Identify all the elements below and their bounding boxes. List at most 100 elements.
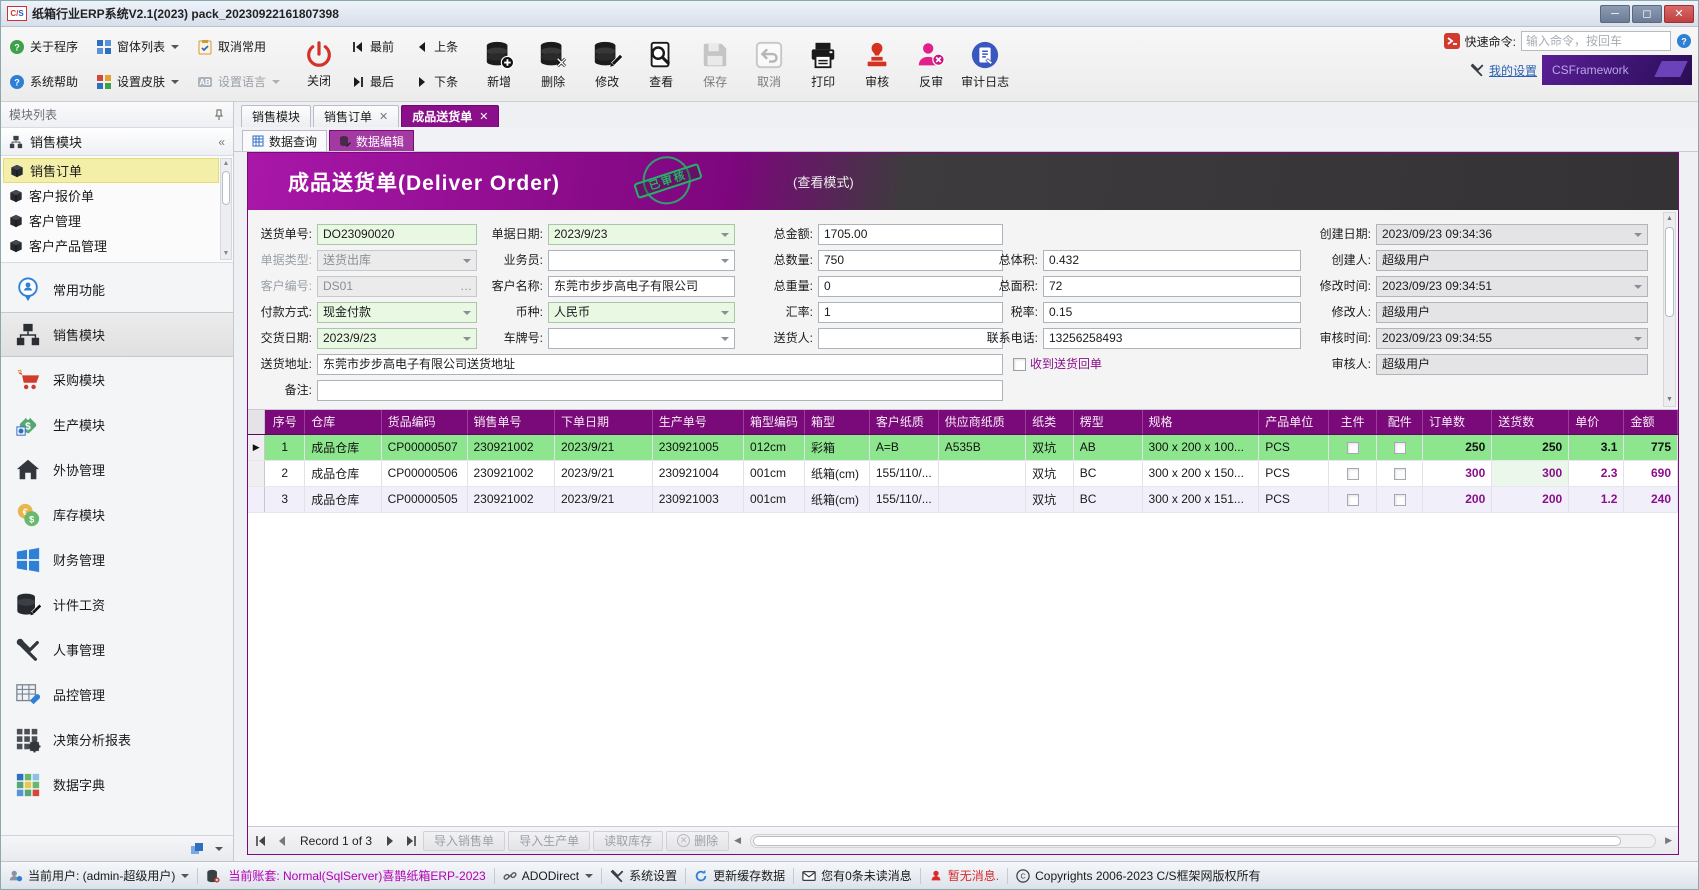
salesman-input[interactable] xyxy=(548,250,735,271)
table-row[interactable]: 2 成品仓库 CP00000506 230921002 2023/9/21 2309210… xyxy=(248,460,1678,487)
unaudit-button[interactable]: 反审 xyxy=(906,29,956,99)
grid-col-header[interactable]: 订单数 xyxy=(1422,410,1493,435)
row-checkbox[interactable] xyxy=(1393,441,1406,454)
grid-cell[interactable]: 155/110/... xyxy=(869,460,939,487)
grid-cell[interactable]: CP00000505 xyxy=(381,486,468,513)
grid-checkbox-cell[interactable] xyxy=(1328,486,1378,513)
maximize-button[interactable]: ◻ xyxy=(1632,4,1662,23)
grid-cell[interactable]: 3 xyxy=(264,486,306,513)
total-area-input[interactable]: 72 xyxy=(1043,276,1301,297)
address-input[interactable]: 东莞市步步高电子有限公司送货地址 xyxy=(317,354,1003,375)
tab-sales-module[interactable]: 销售模块 xyxy=(241,105,312,127)
view-button[interactable]: 查看 xyxy=(636,29,686,99)
grid-cell[interactable]: 250 xyxy=(1491,434,1570,461)
sidebar-group-header[interactable]: 销售模块 « xyxy=(1,128,233,156)
grid-cell[interactable]: 300 x 200 x 100... xyxy=(1142,434,1260,461)
tab-deliver-order[interactable]: 成品送货单 ✕ xyxy=(401,105,500,127)
grid-cell[interactable]: 200 xyxy=(1491,486,1570,513)
grid-cell[interactable]: 2023/9/21 xyxy=(554,486,653,513)
grid-cell[interactable]: PCS xyxy=(1258,434,1329,461)
grid-col-header[interactable]: 规格 xyxy=(1142,410,1260,435)
close-tab-icon[interactable]: ✕ xyxy=(479,110,488,123)
hscroll-right-icon[interactable]: ▶ xyxy=(1663,835,1674,846)
account-info[interactable]: 当前账套: Normal(SqlServer)喜鹊纸箱ERP-2023 xyxy=(228,867,485,884)
delivery-date-input[interactable]: 2023/9/23 xyxy=(317,328,477,349)
nav-button[interactable]: 最后 xyxy=(350,71,396,92)
grid-checkbox-cell[interactable] xyxy=(1328,460,1378,487)
toolbar-button-3[interactable]: 窗体列表 xyxy=(94,36,181,57)
grid-cell[interactable]: 230921004 xyxy=(652,460,745,487)
sidebar-module[interactable]: 采购模块 xyxy=(1,357,233,402)
print-button[interactable]: 打印 xyxy=(798,29,848,99)
grid-cell[interactable]: 双坑 xyxy=(1025,434,1074,461)
grid-cell[interactable]: 230921002 xyxy=(467,486,555,513)
grid-col-header[interactable]: 下单日期 xyxy=(554,410,653,435)
system-settings-button[interactable]: 系统设置 xyxy=(610,867,677,884)
grid-cell[interactable]: 155/110/... xyxy=(869,486,939,513)
grid-col-header[interactable]: 货品编码 xyxy=(381,410,468,435)
grid-cell[interactable]: A535B xyxy=(938,434,1027,461)
row-checkbox[interactable] xyxy=(1346,467,1359,480)
grid-cell[interactable]: 1 xyxy=(264,434,306,461)
grid-col-header[interactable]: 主件 xyxy=(1328,410,1378,435)
remark-input[interactable] xyxy=(317,380,1003,401)
sidebar-item[interactable]: 客户报价单 xyxy=(3,183,219,208)
sidebar-scrollbar[interactable]: ▲ ▼ xyxy=(220,158,232,260)
grid-cell[interactable]: BC xyxy=(1073,486,1143,513)
grid-cell[interactable]: PCS xyxy=(1258,486,1329,513)
close-window-button[interactable]: ✕ xyxy=(1664,4,1694,23)
grid-col-header[interactable]: 楞型 xyxy=(1073,410,1143,435)
grid-col-header[interactable]: 序号 xyxy=(264,410,306,435)
grid-col-header[interactable]: 销售单号 xyxy=(467,410,555,435)
grid-cell[interactable]: 690 xyxy=(1623,460,1678,487)
read-inventory-button[interactable]: 读取库存 xyxy=(593,830,664,851)
hscroll-left-icon[interactable]: ◀ xyxy=(732,835,743,846)
grid-col-header[interactable]: 单价 xyxy=(1568,410,1625,435)
grid-col-header[interactable]: 金额 xyxy=(1623,410,1678,435)
grid-col-header[interactable]: 产品单位 xyxy=(1258,410,1329,435)
grid-cell[interactable]: 230921003 xyxy=(652,486,745,513)
nav-button[interactable]: 下条 xyxy=(414,71,460,92)
grid-col-header[interactable]: 客户纸质 xyxy=(869,410,939,435)
db-edit-button[interactable]: 修改 xyxy=(582,29,632,99)
grid-cell[interactable]: 成品仓库 xyxy=(304,434,382,461)
sidebar-module[interactable]: € $ 库存模块 xyxy=(1,492,233,537)
row-checkbox[interactable] xyxy=(1346,441,1359,454)
grid-checkbox-cell[interactable] xyxy=(1376,486,1424,513)
grid-col-header[interactable]: 仓库 xyxy=(304,410,382,435)
grid-cell[interactable] xyxy=(938,460,1027,487)
grid-cell[interactable]: 012cm xyxy=(743,434,806,461)
grid-cell[interactable]: 2023/9/21 xyxy=(554,434,653,461)
sidebar-module[interactable]: 销售模块 xyxy=(1,312,233,357)
collapse-icon[interactable]: « xyxy=(218,135,225,149)
grid-cell[interactable]: 纸箱(cm) xyxy=(804,486,870,513)
total-amount-input[interactable]: 1705.00 xyxy=(818,224,1003,245)
db-delete-button[interactable]: 删除 xyxy=(528,29,578,99)
sidebar-module[interactable]: $ 生产模块 xyxy=(1,402,233,447)
prev-record-button[interactable] xyxy=(273,832,291,850)
row-checkbox[interactable] xyxy=(1393,467,1406,480)
sidebar-module[interactable]: 计件工资 xyxy=(1,582,233,627)
plate-no-input[interactable] xyxy=(548,328,735,349)
last-record-button[interactable] xyxy=(402,832,420,850)
total-volume-input[interactable]: 0.432 xyxy=(1043,250,1301,271)
grid-checkbox-cell[interactable] xyxy=(1376,460,1424,487)
grid-cell[interactable]: 775 xyxy=(1623,434,1678,461)
tax-rate-input[interactable]: 0.15 xyxy=(1043,302,1301,323)
grid-cell[interactable]: 彩箱 xyxy=(804,434,870,461)
grid-col-header[interactable]: 纸类 xyxy=(1025,410,1074,435)
grid-cell[interactable]: 双坑 xyxy=(1025,460,1074,487)
sidebar-module[interactable]: 外协管理 xyxy=(1,447,233,492)
grid-cell[interactable]: 230921002 xyxy=(467,460,555,487)
payment-input[interactable]: 现金付款 xyxy=(317,302,477,323)
grid-cell[interactable]: 230921005 xyxy=(652,434,745,461)
sidebar-module[interactable]: 人事管理 xyxy=(1,627,233,672)
grid-cell[interactable]: 1.2 xyxy=(1568,486,1625,513)
grid-cell[interactable]: CP00000507 xyxy=(381,434,468,461)
doc-date-input[interactable]: 2023/9/23 xyxy=(548,224,735,245)
grid-cell[interactable]: 300 x 200 x 151... xyxy=(1142,486,1260,513)
grid-cell[interactable]: 001cm xyxy=(743,460,806,487)
horizontal-scrollbar[interactable] xyxy=(750,833,1657,848)
delete-row-button[interactable]: ✕ 删除 xyxy=(666,830,730,851)
stamp-button[interactable]: 审核 xyxy=(852,29,902,99)
